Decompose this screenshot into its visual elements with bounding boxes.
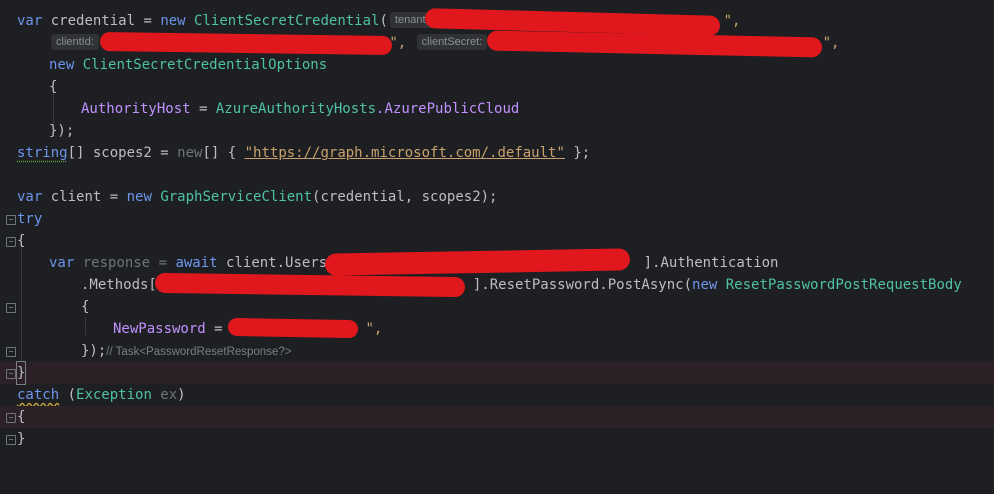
class-name: ClientSecretCredential [185,13,380,29]
fold-icon[interactable]: − [6,413,16,423]
string-end: ", [822,35,840,51]
redaction-mark [227,317,359,339]
punctuation: ( [59,387,77,403]
identifier: response = [74,255,176,271]
property: NewPassword [113,321,206,337]
code-line-6: }); [0,120,994,142]
identifier: [] scopes2 = [67,145,178,161]
redaction-mark [99,31,393,56]
keyword: new [49,57,75,73]
string-end: ", [365,321,383,337]
code-line-16: });// Task<PasswordResetResponse?> [0,340,994,362]
class-name: ClientSecretCredentialOptions [74,57,328,73]
code-line-15: NewPassword = "", [0,318,994,340]
property: AuthorityHost [81,101,191,117]
return-type-hint: // Task<PasswordResetResponse?> [106,346,292,358]
identifier: .Methods[ [81,277,157,293]
keyword: new [160,13,186,29]
identifier: client = [42,189,127,205]
punctuation: ( [379,13,388,29]
parameter-hint: clientSecret: [416,34,488,50]
fold-icon[interactable]: − [6,237,16,247]
parameter-hint: clientId: [51,34,99,50]
brace: } [17,431,26,447]
brace: }); [49,123,75,139]
code-line-17: } [0,361,994,385]
code-line-7: string[] scopes2 = new[] { "https://grap… [0,142,994,164]
keyword: try [17,211,43,227]
fold-icon[interactable]: − [6,369,16,379]
identifier: ].Authentication [643,255,779,271]
keyword: string [17,145,68,161]
code-line-9: var client = new GraphServiceClient(cred… [0,186,994,208]
keyword: new [692,277,718,293]
brace: { [17,409,26,425]
class-name: ResetPasswordPostRequestBody [717,277,962,293]
fold-icon[interactable]: − [6,347,16,357]
fold-icon[interactable]: − [6,435,16,445]
code-editor[interactable]: var credential = new ClientSecretCredent… [0,0,994,459]
identifier: ex [151,387,178,403]
fold-icon[interactable]: − [6,303,16,313]
code-line-19: { [0,406,994,428]
keyword: new [177,145,203,161]
identifier: ].ResetPassword.PostAsync( [472,277,693,293]
keyword: var [17,13,43,29]
code-line-11: { [0,230,994,252]
brace: { [49,79,58,95]
code-line-13: .Methods[ ].ResetPassword.PostAsync(new R… [0,274,994,296]
class-name: AzureAuthorityHosts [215,101,377,117]
keyword: var [49,255,75,271]
code-line-3: new ClientSecretCredentialOptions [0,54,994,76]
keyword: await [175,255,218,271]
brace: { [17,233,26,249]
property: .AzurePublicCloud [376,101,520,117]
keyword: var [17,189,43,205]
punctuation: }; [564,145,591,161]
string-literal: ", [389,35,415,51]
operator: = [190,101,216,117]
punctuation: [] { [202,145,245,161]
code-line-20: } [0,428,994,450]
code-line-14: { [0,296,994,318]
keyword: catch [17,387,60,403]
brace: }); [81,343,107,359]
string-end: ", [723,13,741,29]
fold-icon[interactable]: − [6,215,16,225]
brace: { [81,299,90,315]
keyword: new [126,189,152,205]
class-name: Exception [76,387,152,403]
identifier: client.Users[ [217,255,336,271]
brace-match: } [15,361,27,385]
url-string[interactable]: "https://graph.microsoft.com/.default" [245,145,565,161]
arguments: (credential, scopes2); [312,189,498,205]
code-line-5: AuthorityHost = AzureAuthorityHosts.Azur… [0,98,994,120]
code-line-10: try [0,208,994,230]
code-line-4: { [0,76,994,98]
class-name: GraphServiceClient [151,189,313,205]
code-line-18: catch (Exception ex) [17,387,186,403]
identifier: credential = [42,13,161,29]
